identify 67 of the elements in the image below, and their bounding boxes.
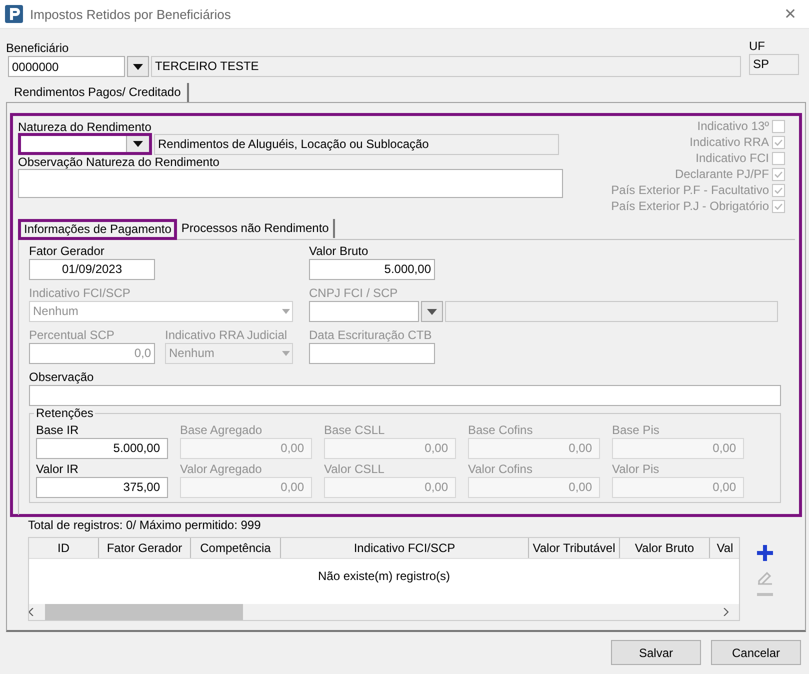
group-title: Retenções: [34, 406, 96, 421]
nature-description: Rendimentos de Aluguéis, Locação ou Sublocação: [154, 134, 559, 155]
amount-field[interactable]: 375,00: [36, 477, 168, 498]
dropdown-button[interactable]: [421, 301, 443, 322]
dropdown-button[interactable]: [127, 56, 149, 77]
field-label: UF: [749, 39, 766, 53]
caret-icon: [133, 141, 143, 147]
column-header[interactable]: Indicativo FCI/SCP: [281, 538, 529, 558]
field-label: Base CSLL: [324, 423, 386, 437]
tab[interactable]: Informações de Pagamento: [18, 219, 178, 240]
field-label: Fator Gerador: [29, 244, 106, 258]
dialog-button[interactable]: Salvar: [611, 640, 701, 665]
tab[interactable]: Processos não Rendimento: [177, 219, 335, 238]
date-field[interactable]: [309, 343, 435, 364]
field-label: Data Escrituração CTB: [309, 328, 433, 342]
app-logo-icon: [5, 5, 23, 23]
observation-field[interactable]: [29, 385, 781, 406]
amount-field[interactable]: 5.000,00: [36, 438, 168, 459]
amount-field[interactable]: 5.000,00: [309, 259, 435, 280]
caret-icon: [427, 308, 437, 314]
field-label: Base Agregado: [180, 423, 264, 437]
field-label: Indicativo RRA Judicial: [165, 328, 288, 342]
field-label: Indicativo FCI/SCP: [29, 286, 132, 300]
caret-icon: [282, 351, 290, 356]
field-label: Valor Cofins: [468, 462, 534, 476]
field-label: Observação Natureza do Rendimento: [18, 155, 220, 169]
field-label: Natureza do Rendimento: [18, 120, 152, 134]
horizontal-scrollbar[interactable]: [29, 604, 739, 620]
field-label: Beneficiário: [6, 41, 70, 55]
field-label: Valor Bruto: [309, 244, 370, 258]
field-label: Percentual SCP: [29, 328, 116, 342]
uf-field: SP: [749, 54, 799, 75]
checkbox-label: Declarante PJ/PF: [674, 167, 769, 181]
add-icon[interactable]: [757, 545, 773, 561]
checkbox-label: Indicativo FCI: [696, 151, 769, 165]
dialog-button[interactable]: Cancelar: [711, 640, 801, 665]
field-label: Valor Pis: [612, 462, 660, 476]
name-field: TERCEIRO TESTE: [151, 56, 741, 77]
checkbox-label: País Exterior P.J - Obrigatório: [611, 199, 769, 213]
empty-message: Não existe(m) registro(s): [318, 569, 450, 583]
close-button[interactable]: ✕: [780, 5, 801, 23]
checkbox-label: Indicativo 13º: [697, 119, 769, 133]
column-header[interactable]: Valor Bruto: [620, 538, 710, 558]
column-header[interactable]: Val: [710, 538, 739, 558]
field-label: CNPJ FCI / SCP: [309, 286, 399, 300]
field-label: Observação: [29, 370, 95, 384]
date-field[interactable]: 01/09/2023: [29, 259, 155, 280]
records-summary: Total de registros: 0/ Máximo permitido: 999: [28, 518, 262, 533]
field-label: Valor CSLL: [324, 462, 386, 476]
field-label: Valor IR: [36, 462, 80, 476]
column-header[interactable]: Valor Tributável: [529, 538, 620, 558]
column-header[interactable]: Fator Gerador: [99, 538, 191, 558]
code-field[interactable]: 0000000: [8, 56, 125, 77]
nature-combo[interactable]: [18, 133, 152, 155]
caret-icon: [282, 309, 290, 314]
cnpj-field[interactable]: [309, 301, 419, 322]
column-header[interactable]: ID: [29, 538, 99, 558]
checkbox-label: País Exterior P.F - Facultativo: [611, 183, 769, 197]
field-label: Base Pis: [612, 423, 660, 437]
field-label: Base IR: [36, 423, 80, 437]
field-label: Base Cofins: [468, 423, 534, 437]
field-label: Valor Agregado: [180, 462, 263, 476]
checkbox-label: Indicativo RRA: [690, 135, 769, 149]
caret-icon: [133, 64, 143, 70]
observation-field[interactable]: [18, 169, 563, 198]
window-title: Impostos Retidos por Beneficiários: [30, 6, 232, 22]
column-header[interactable]: Competência: [191, 538, 281, 558]
